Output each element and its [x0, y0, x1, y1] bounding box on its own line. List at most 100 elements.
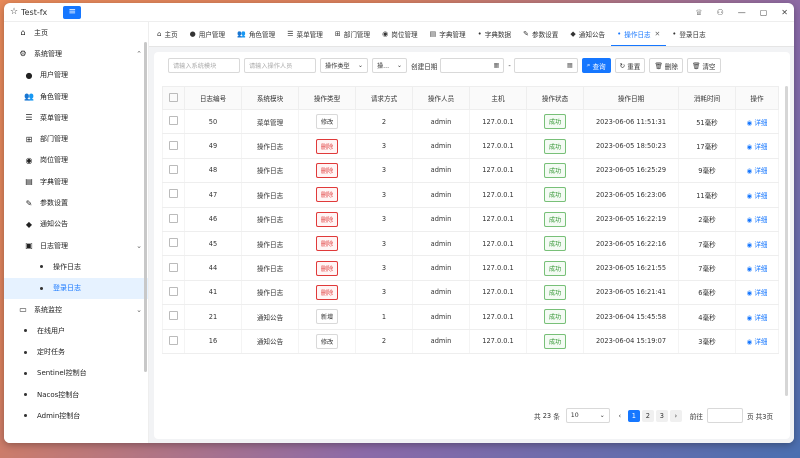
sidebar-item[interactable]: 操作日志: [4, 256, 148, 277]
detail-link[interactable]: ◉ 详细: [746, 314, 767, 322]
sidebar-item[interactable]: 定时任务: [4, 341, 148, 362]
sidebar-item-label: 用户管理: [40, 71, 68, 80]
op-type-tag: 删除: [315, 236, 339, 252]
tab[interactable]: ▤ 字典管理: [424, 22, 472, 46]
tab[interactable]: ⊞ 部门管理: [329, 22, 376, 46]
sidebar-item[interactable]: ◆ 通知公告: [4, 214, 148, 235]
trash-icon: 🗑: [654, 61, 663, 70]
row-checkbox[interactable]: [169, 164, 178, 174]
sidebar-item[interactable]: ⚙ 系统管理 ⌃: [4, 43, 148, 64]
sidebar-item[interactable]: 在线用户: [4, 320, 148, 341]
shirt-icon[interactable]: ♕: [695, 8, 702, 17]
module-input[interactable]: 请输入系统模块: [168, 58, 240, 73]
detail-link[interactable]: ◉ 详细: [746, 289, 767, 297]
table-row: 46 操作日志 删除 3 admin 127.0.0.1 成功 2023-06-05 16:2…: [162, 207, 779, 232]
row-checkbox[interactable]: [169, 140, 178, 150]
row-checkbox[interactable]: [169, 116, 178, 126]
select-all-checkbox[interactable]: [169, 92, 178, 102]
next-page-button[interactable]: ›: [669, 409, 682, 422]
detail-link[interactable]: ◉ 详细: [746, 119, 767, 127]
minimize-icon[interactable]: —: [738, 8, 746, 17]
tab[interactable]: 👥 角色管理: [231, 22, 281, 46]
op-type-select[interactable]: 操作类型 ⌄: [320, 58, 368, 73]
table-cell: 2: [355, 329, 413, 354]
trash-icon: 🗑: [691, 61, 701, 70]
table-cell: 127.0.0.1: [469, 304, 527, 330]
sidebar-item[interactable]: ▤ 字典管理: [4, 171, 148, 192]
detail-link[interactable]: ◉ 详细: [746, 143, 767, 151]
op-type-label: 操作类型: [325, 63, 350, 70]
sidebar-item[interactable]: ◉ 岗位管理: [4, 150, 148, 171]
goto-page-input[interactable]: [706, 408, 743, 423]
column-header[interactable]: [162, 86, 185, 110]
message-icon: ◆: [25, 219, 33, 229]
detail-link[interactable]: ◉ 详细: [746, 167, 767, 175]
tab[interactable]: ◉ 岗位管理: [376, 22, 423, 46]
prev-page-button[interactable]: ‹: [614, 410, 626, 422]
sidebar-item[interactable]: ✎ 参数设置: [4, 192, 148, 213]
reset-button[interactable]: ↻ 重置: [614, 58, 646, 73]
row-checkbox[interactable]: [169, 189, 178, 199]
detail-link[interactable]: ◉ 详细: [746, 192, 767, 200]
module-placeholder: 请输入系统模块: [173, 63, 217, 70]
table-scrollbar[interactable]: [785, 86, 788, 396]
table-cell: 11毫秒: [678, 182, 736, 208]
clear-button[interactable]: 🗑 清空: [686, 58, 721, 73]
table-cell: 成功: [526, 280, 584, 306]
tab[interactable]: ● 用户管理: [184, 22, 231, 46]
main-area: ⌂ 主页 ● 用户管理 👥 角色管理 ☰ 菜单管理 ⊞ 部门管理 ◉ 岗位管理 ▤ 字典管理 • 字典数据 ✎ 参…: [149, 22, 794, 443]
tab[interactable]: • 字典数据: [472, 22, 518, 46]
log-id: 44: [208, 264, 218, 273]
page-button[interactable]: 1: [627, 409, 640, 422]
detail-link[interactable]: ◉ 详细: [746, 265, 767, 273]
sidebar-item[interactable]: Admin控制台: [4, 405, 148, 426]
row-checkbox[interactable]: [169, 262, 178, 272]
sidebar-item[interactable]: 登录日志: [4, 277, 148, 299]
end-date-input[interactable]: ▦: [513, 58, 578, 73]
sidebar-item[interactable]: ⊞ 部门管理: [4, 128, 148, 149]
row-checkbox[interactable]: [169, 311, 178, 321]
person-icon[interactable]: ⚇: [717, 8, 724, 17]
tab[interactable]: • 操作日志 ✕: [611, 22, 667, 46]
detail-link[interactable]: ◉ 详细: [746, 241, 767, 249]
tab-close-icon[interactable]: ✕: [655, 30, 661, 38]
sidebar-item[interactable]: ▣ 日志管理 ⌄: [4, 235, 148, 256]
tab[interactable]: ⌂ 主页: [151, 22, 184, 46]
sidebar-item-label: 在线用户: [37, 326, 65, 335]
sidebar-item[interactable]: 👥 角色管理: [4, 86, 148, 107]
sidebar-scrollbar[interactable]: [144, 42, 147, 372]
row-checkbox[interactable]: [169, 335, 178, 345]
tab[interactable]: ◆ 通知公告: [564, 22, 611, 46]
status-select[interactable]: 操... ⌄: [372, 58, 407, 73]
detail-link[interactable]: ◉ 详细: [746, 338, 767, 346]
tab[interactable]: ✎ 参数设置: [517, 22, 564, 46]
row-checkbox[interactable]: [169, 238, 178, 248]
start-date-input[interactable]: ▦: [440, 58, 505, 73]
log-id: 49: [208, 142, 218, 151]
page-button[interactable]: 3: [655, 409, 668, 422]
search-button[interactable]: ⌕ 查询: [581, 58, 611, 73]
menu-toggle-button[interactable]: ≡: [63, 5, 82, 19]
close-icon[interactable]: ✕: [781, 8, 788, 17]
delete-button[interactable]: 🗑 删除: [649, 58, 683, 73]
module-name: 操作日志: [256, 216, 284, 225]
row-checkbox[interactable]: [169, 213, 178, 223]
sidebar-item[interactable]: ● 用户管理: [4, 65, 148, 86]
sidebar-item[interactable]: Nacos控制台: [4, 384, 148, 405]
host-address: 127.0.0.1: [482, 288, 514, 297]
detail-link[interactable]: ◉ 详细: [746, 216, 767, 224]
operator-input[interactable]: 请输入操作人员: [244, 58, 316, 73]
sidebar-item[interactable]: ▭ 系统监控 ⌄: [4, 299, 148, 320]
table-cell: admin: [412, 158, 470, 184]
sidebar-item[interactable]: ⌂ 主页: [4, 22, 148, 43]
page-size-select[interactable]: 10 ⌄: [565, 408, 610, 423]
page-button[interactable]: 2: [641, 409, 654, 422]
row-checkbox[interactable]: [169, 286, 178, 296]
tab[interactable]: ☰ 菜单管理: [281, 22, 329, 46]
tab[interactable]: • 登录日志: [666, 22, 712, 46]
table-cell: 4毫秒: [678, 304, 736, 330]
sidebar-item[interactable]: Sentinel控制台: [4, 363, 148, 384]
request-method: 2: [381, 117, 387, 126]
sidebar-item[interactable]: ☰ 菜单管理: [4, 107, 148, 128]
maximize-icon[interactable]: ▢: [760, 8, 768, 17]
